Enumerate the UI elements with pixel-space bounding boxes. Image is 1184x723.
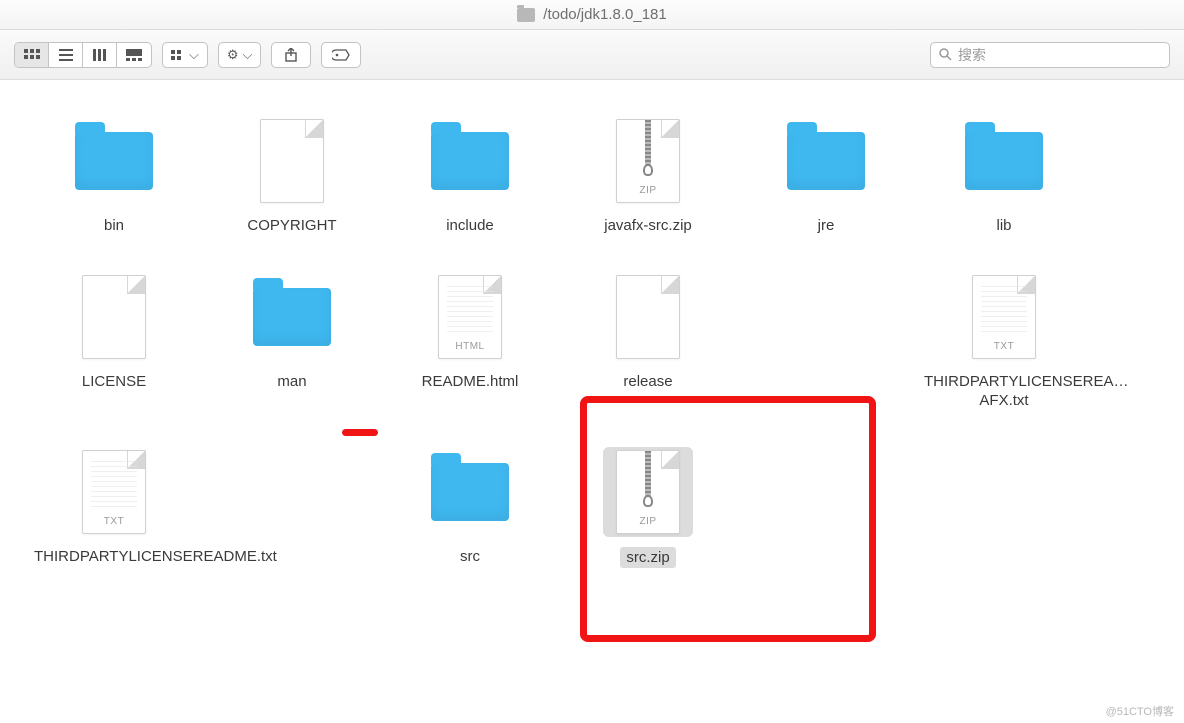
toolbar: ⌵ ⚙⌵ 搜索 [0,30,1184,80]
search-placeholder: 搜索 [958,45,986,65]
txt-file-icon: TXT [82,450,146,534]
folder-icon [253,288,331,346]
file-icon-wrap: HTML [425,272,515,362]
zip-file-icon: ZIP [616,450,680,534]
file-item[interactable]: ZIP javafx-src.zip [564,110,732,242]
file-icon-wrap: TXT [69,447,159,537]
tags-button[interactable] [321,42,361,68]
file-item[interactable]: COPYRIGHT [208,110,376,242]
file-label: bin [104,216,124,236]
file-type-tag: HTML [439,341,501,352]
share-button[interactable] [271,42,311,68]
file-item[interactable]: include [386,110,554,242]
file-item[interactable]: TXT THIRDPARTYLICENSEREADME.txt [30,441,198,575]
file-label: release [623,372,672,392]
file-item[interactable]: jre [742,110,910,242]
folder-icon [75,132,153,190]
file-label: jre [818,216,835,236]
file-grid: bin COPYRIGHT include ZIP javafx-src.zip jre l… [0,80,1184,604]
file-icon-wrap [425,447,515,537]
file-icon-wrap [247,272,337,362]
folder-icon [517,8,535,22]
view-gallery-button[interactable] [117,43,151,67]
annotation-red-mark [342,429,378,436]
zip-file-icon: ZIP [616,119,680,203]
folder-icon [787,132,865,190]
file-label: src [460,547,480,567]
folder-icon [431,463,509,521]
chevron-down-icon: ⌵ [243,47,253,63]
file-type-tag: ZIP [617,185,679,196]
view-list-button[interactable] [49,43,83,67]
file-icon-wrap [425,116,515,206]
file-icon-wrap [781,116,871,206]
search-icon [939,48,952,61]
html-file-icon: HTML [438,275,502,359]
file-item[interactable]: HTML README.html [386,266,554,417]
file-item[interactable]: bin [30,110,198,242]
file-type-tag: ZIP [617,516,679,527]
file-icon-wrap [69,116,159,206]
file-icon-wrap: ZIP [603,116,693,206]
file-icon-wrap [69,272,159,362]
view-mode-segment [14,42,152,68]
file-icon-wrap: ZIP [603,447,693,537]
file-file-icon [260,119,324,203]
file-item[interactable]: TXT THIRDPARTYLICENSEREA…AFX.txt [920,266,1088,417]
folder-icon [965,132,1043,190]
watermark-text: @51CTO博客 [1106,703,1174,719]
file-file-icon [616,275,680,359]
file-type-tag: TXT [83,516,145,527]
arrange-dropdown[interactable]: ⌵ [162,42,208,68]
file-icon-wrap [603,272,693,362]
file-label: lib [996,216,1011,236]
file-label: javafx-src.zip [604,216,692,236]
file-label: COPYRIGHT [247,216,336,236]
file-item[interactable]: ZIP src.zip [564,441,732,575]
file-icon-wrap [247,116,337,206]
file-icon-wrap [959,116,1049,206]
file-item[interactable]: src [386,441,554,575]
folder-icon [431,132,509,190]
file-label: README.html [422,372,519,392]
view-icon-button[interactable] [15,43,49,67]
window-path: /todo/jdk1.8.0_181 [543,6,666,23]
file-label: THIRDPARTYLICENSEREADME.txt [34,547,194,567]
file-file-icon [82,275,146,359]
file-label: THIRDPARTYLICENSEREA…AFX.txt [924,372,1084,411]
file-label: include [446,216,494,236]
search-field[interactable]: 搜索 [930,42,1170,68]
file-item[interactable]: lib [920,110,1088,242]
gear-icon: ⚙ [227,47,239,63]
file-label: man [277,372,306,392]
file-item[interactable]: release [564,266,732,417]
file-item[interactable]: man [208,266,376,417]
file-type-tag: TXT [973,341,1035,352]
window-titlebar: /todo/jdk1.8.0_181 [0,0,1184,30]
file-icon-wrap: TXT [959,272,1049,362]
txt-file-icon: TXT [972,275,1036,359]
chevron-down-icon: ⌵ [189,47,199,63]
file-item[interactable]: LICENSE [30,266,198,417]
view-columns-button[interactable] [83,43,117,67]
file-label: LICENSE [82,372,146,392]
file-label: src.zip [620,547,675,569]
action-dropdown[interactable]: ⚙⌵ [218,42,262,68]
